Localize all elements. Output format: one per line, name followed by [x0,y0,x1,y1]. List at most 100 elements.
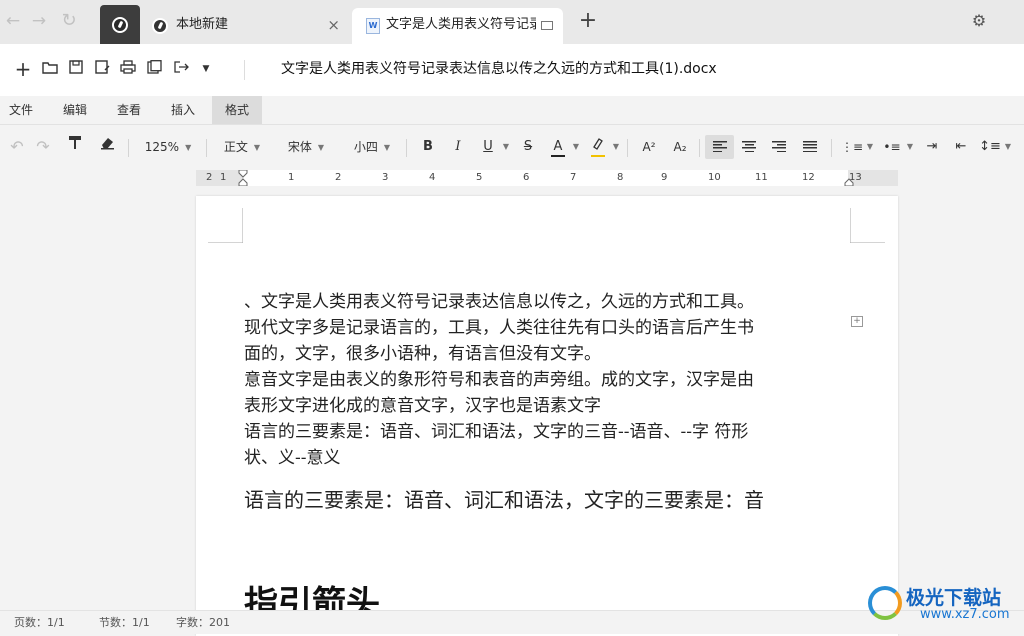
toolbar-divider [244,60,245,80]
menu-format[interactable]: 格式 [212,96,262,124]
text-line: 、文字是人类用表义符号记录表达信息以传之，久远的方式和工具。 [244,292,754,312]
zoom-select[interactable]: 125% ▼ [138,135,198,159]
align-left-button[interactable] [705,135,734,159]
document-title: 文字是人类用表义符号记录表达信息以传之久远的方式和工具(1).docx [281,61,717,77]
indent-increase-icon[interactable]: ⇥ [920,135,944,159]
ruler-tick-label: 8 [617,172,624,183]
bullet-list-icon[interactable]: •≡ [880,135,904,159]
toolbar-divider [699,139,700,157]
eraser-icon[interactable] [96,135,118,159]
bold-button[interactable]: B [416,135,440,159]
strikethrough-button[interactable]: S [516,135,540,159]
large-text-line[interactable]: 语言的三要素是：语音、词汇和语法，文字的三要素是：音 [244,486,764,514]
tab-local-new[interactable]: 本地新建 × [142,8,348,44]
new-document-icon[interactable]: + [14,59,32,79]
text-line: 语言的三要素是：语音、词汇和语法，文字的三音--语音、--字 符形 [244,422,749,442]
app-home-tab[interactable] [100,5,140,44]
chevron-down-icon[interactable]: ▼ [500,135,512,159]
ruler-tick-label: 10 [708,172,721,183]
highlight-swatch [591,155,605,157]
font-family-select[interactable]: 宋体 ▼ [280,135,332,159]
underline-button[interactable]: U [476,135,500,159]
toolbar-divider [206,139,207,157]
numbered-list-icon[interactable]: ⋮≡ [840,135,864,159]
menu-view[interactable]: 查看 [107,96,151,124]
align-justify-button[interactable] [797,135,823,159]
horizontal-ruler[interactable]: 1 2 1 2 3 4 5 6 7 8 9 10 11 12 13 [196,170,898,186]
chevron-down-icon: ▼ [185,142,192,152]
paragraph-style-select[interactable]: 正文 ▼ [216,135,268,159]
back-arrow-icon[interactable]: ← [2,10,24,32]
refresh-icon[interactable]: ↻ [58,10,80,32]
save-icon[interactable] [67,60,85,78]
file-toolbar: + ▼ 文字是人类用表义符号记录表达信息以传之久远的方式和工具(1).docx [0,44,1024,96]
font-size-select[interactable]: 小四 ▼ [346,135,398,159]
italic-button[interactable]: I [446,135,470,159]
watermark-name: 极光下载站 [906,587,1002,609]
document-page[interactable]: 、文字是人类用表义符号记录表达信息以传之，久远的方式和工具。 现代文字多是记录语… [196,196,898,636]
save-as-icon[interactable] [93,60,111,78]
right-indent-marker[interactable] [844,170,854,186]
format-painter-icon[interactable] [64,135,86,159]
close-icon[interactable]: × [327,8,340,42]
chevron-down-icon[interactable]: ▼ [864,135,876,159]
undo-icon[interactable]: ↶ [6,135,28,159]
ruler-tick-label: 2 [206,172,213,183]
size-value: 小四 [353,140,378,154]
chevron-down-icon[interactable]: ▼ [1002,135,1014,159]
highlight-button[interactable] [586,135,610,159]
subscript-button[interactable]: A₂ [667,135,693,159]
menu-insert[interactable]: 插入 [161,96,205,124]
monitor-icon[interactable] [541,21,553,30]
chevron-down-icon[interactable]: ▼ [197,60,215,78]
style-value: 正文 [223,140,248,154]
new-tab-button[interactable]: + [576,10,600,34]
ruler-tick-label: 11 [755,172,768,183]
format-toolbar: ↶ ↷ 125% ▼ 正文 ▼ 宋体 ▼ 小四 ▼ B I U ▼ S A ▼ ▼ A²… [0,124,1024,170]
line-spacing-icon[interactable]: ↕≡ [978,135,1002,159]
watermark-url: www.xz7.com [920,607,1010,622]
align-right-button[interactable] [766,135,792,159]
toolbar-divider [128,139,129,157]
menu-bar: 文件 编辑 查看 插入 格式 [0,96,1024,124]
margin-corner-mark [208,208,243,243]
text-line: 意音文字是由表义的象形符号和表音的声旁组。成的文字，汉字是由 [244,370,754,390]
first-line-indent-marker[interactable] [238,170,248,186]
chevron-down-icon[interactable]: ▼ [570,135,582,159]
menu-edit[interactable]: 编辑 [53,96,97,124]
open-folder-icon[interactable] [41,60,59,78]
ruler-tick-label: 12 [802,172,815,183]
align-center-button[interactable] [736,135,762,159]
comment-icon[interactable]: + [851,316,863,327]
print-icon[interactable] [119,60,137,78]
menu-file[interactable]: 文件 [0,96,42,124]
word-count: 字数：201 [176,616,230,629]
align-justify-icon [803,141,817,152]
toolbar-divider [831,139,832,157]
gear-icon[interactable]: ⚙ [970,12,988,30]
export-pdf-icon[interactable] [145,60,163,78]
font-color-button[interactable]: A [546,135,570,159]
ruler-tick-label: 9 [661,172,668,183]
indent-decrease-icon[interactable]: ⇤ [949,135,973,159]
redo-icon[interactable]: ↷ [32,135,54,159]
forward-arrow-icon[interactable]: → [28,10,50,32]
watermark-logo-icon [868,586,902,620]
tab-document[interactable]: W 文字是人类用表义符号记录表达信息以传之久远的方式和工具(1).docx [352,8,563,44]
tab-label: 文字是人类用表义符号记录表达信息以传之久远的方式和工具(1).docx [386,17,536,32]
font-value: 宋体 [287,140,312,154]
chevron-down-icon[interactable]: ▼ [904,135,916,159]
ruler-tick-label: 1 [220,172,227,183]
font-color-letter: A [553,139,563,154]
margin-corner-mark [850,208,885,243]
share-export-icon[interactable] [172,60,190,78]
ruler-tick-label: 5 [476,172,483,183]
app-logo-icon [112,17,128,33]
chevron-down-icon[interactable]: ▼ [610,135,622,159]
superscript-button[interactable]: A² [636,135,662,159]
app-logo-icon [152,18,168,34]
chevron-down-icon: ▼ [317,142,325,152]
tab-bar: ← → ↻ 本地新建 × W 文字是人类用表义符号记录表达信息以传之久远的方式和… [0,0,1024,44]
text-line: 表形文字进化成的意音文字，汉字也是语素文字 [244,396,601,416]
document-paragraph[interactable]: 、文字是人类用表义符号记录表达信息以传之，久远的方式和工具。 现代文字多是记录语… [244,289,754,471]
